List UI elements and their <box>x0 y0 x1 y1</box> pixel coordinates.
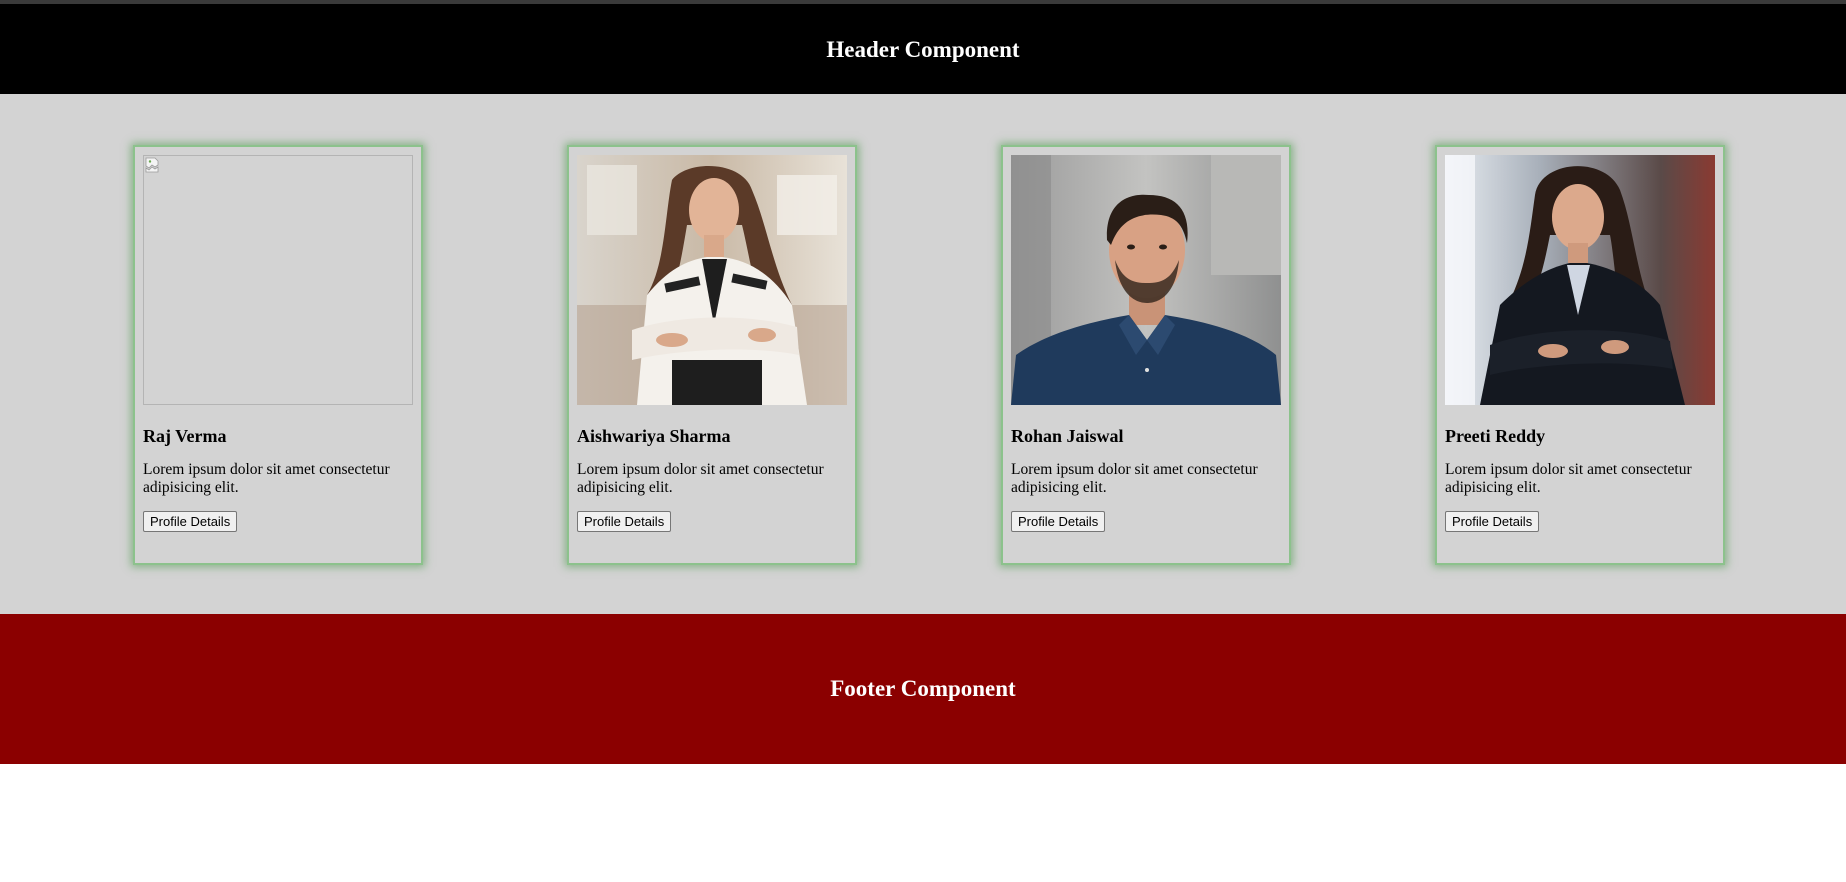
profile-description: Lorem ipsum dolor sit amet consectetur a… <box>577 461 824 496</box>
profile-description: Lorem ipsum dolor sit amet consectetur a… <box>1445 461 1692 496</box>
footer-title: Footer Component <box>830 676 1016 701</box>
profile-name: Rohan Jaiswal <box>1011 426 1124 446</box>
profile-photo-man-navy-shirt <box>1011 155 1281 405</box>
broken-image-icon <box>145 157 159 173</box>
header-title: Header Component <box>826 37 1020 62</box>
profile-card: Aishwariya Sharma Lorem ipsum dolor sit … <box>567 145 857 565</box>
profile-details-button[interactable]: Profile Details <box>577 511 672 532</box>
profile-name: Preeti Reddy <box>1445 426 1546 446</box>
profile-name: Raj Verma <box>143 426 227 446</box>
profile-photo-broken-image <box>143 155 413 405</box>
profile-photo-woman-white-blazer <box>577 155 847 405</box>
page-header: Header Component <box>0 4 1846 94</box>
profile-description: Lorem ipsum dolor sit amet consectetur a… <box>1011 461 1258 496</box>
profile-cards-section: Raj Verma Lorem ipsum dolor sit amet con… <box>0 94 1846 614</box>
profile-description: Lorem ipsum dolor sit amet consectetur a… <box>143 461 390 496</box>
profile-card: Raj Verma Lorem ipsum dolor sit amet con… <box>133 145 423 565</box>
profile-card: Rohan Jaiswal Lorem ipsum dolor sit amet… <box>1001 145 1291 565</box>
profile-details-button[interactable]: Profile Details <box>1445 511 1540 532</box>
profile-name: Aishwariya Sharma <box>577 426 731 446</box>
profile-card: Preeti Reddy Lorem ipsum dolor sit amet … <box>1435 145 1725 565</box>
profile-details-button[interactable]: Profile Details <box>143 511 238 532</box>
page-footer: Footer Component <box>0 614 1846 764</box>
profile-details-button[interactable]: Profile Details <box>1011 511 1106 532</box>
profile-photo-woman-black-blazer <box>1445 155 1715 405</box>
